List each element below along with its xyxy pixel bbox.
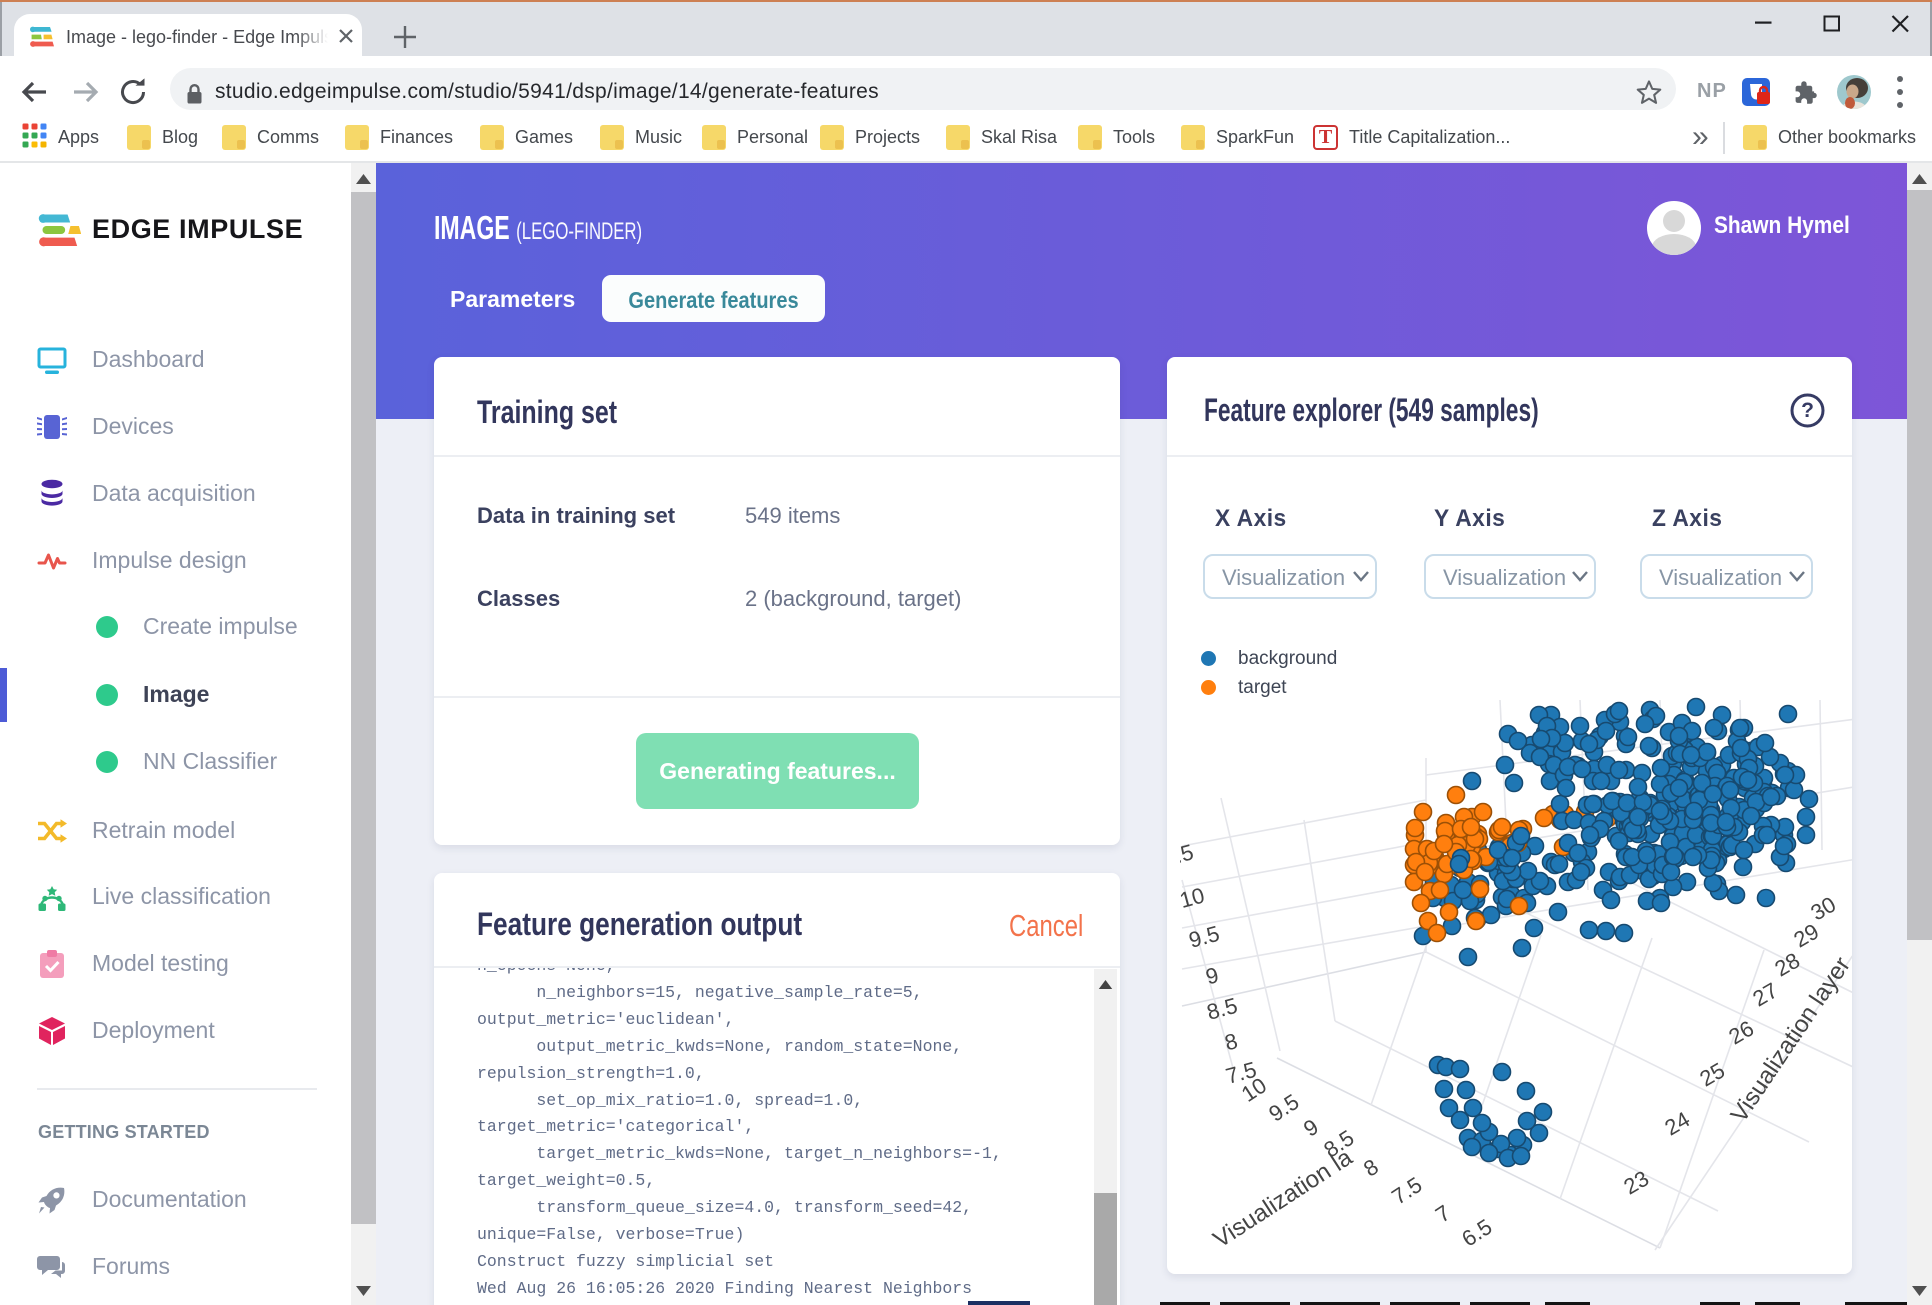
svg-text:Visualization la: Visualization la: [1209, 1144, 1358, 1254]
svg-text:23: 23: [1619, 1166, 1653, 1200]
svg-text:10: 10: [1180, 883, 1207, 913]
svg-text:?: ?: [1801, 399, 1814, 422]
svg-text:7.5: 7.5: [1387, 1172, 1426, 1210]
svg-text:8: 8: [1359, 1154, 1383, 1182]
svg-text:8: 8: [1222, 1028, 1240, 1055]
svg-text:9: 9: [1299, 1114, 1323, 1142]
svg-text:24: 24: [1660, 1107, 1694, 1141]
svg-text:9.5: 9.5: [1264, 1089, 1303, 1127]
svg-text:7: 7: [1431, 1200, 1455, 1228]
svg-text:9: 9: [1203, 962, 1221, 989]
svg-text:6.5: 6.5: [1457, 1214, 1496, 1252]
svg-text:28: 28: [1770, 948, 1804, 982]
svg-text:8.5: 8.5: [1204, 993, 1240, 1025]
